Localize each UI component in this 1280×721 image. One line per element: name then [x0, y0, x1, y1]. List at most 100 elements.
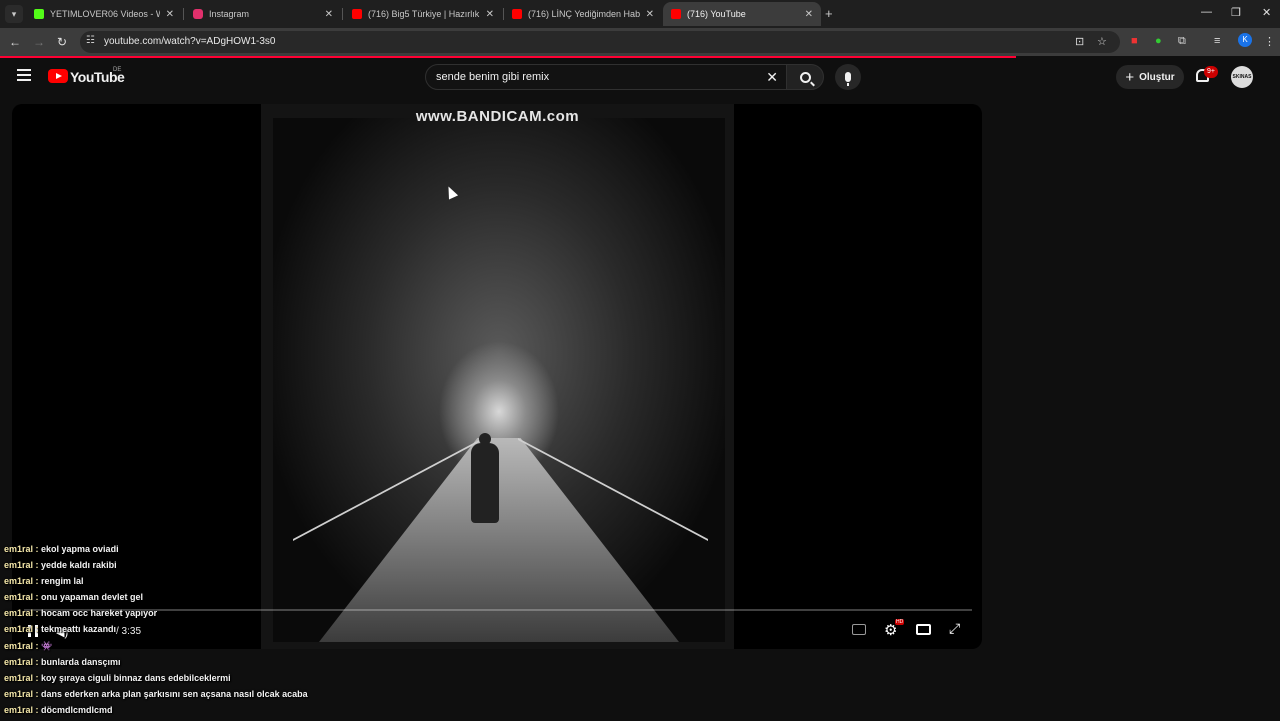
chat-text: döcmdlcmdlcmd — [41, 704, 113, 715]
chat-message: em1ral : dans ederken arka plan şarkısın… — [4, 689, 424, 705]
chat-message: em1ral : rengim lal — [4, 576, 424, 592]
account-avatar[interactable]: SKINAS — [1231, 66, 1253, 88]
tab-big5-youtube[interactable]: (716) Big5 Türkiye | Hazırlık Se ✕ — [344, 2, 502, 26]
chat-message: em1ral : yedde kaldı rakibi — [4, 560, 424, 576]
chat-username: em1ral : — [4, 704, 42, 715]
search-button[interactable] — [786, 64, 824, 90]
bookmark-star-icon[interactable]: ☆ — [1097, 35, 1107, 48]
youtube-header: YouTube DE sende benim gibi remix ✕ + Ol… — [0, 58, 1280, 100]
search-query[interactable]: sende benim gibi remix — [436, 71, 549, 83]
url-text[interactable]: youtube.com/watch?v=ADgHOW1-3s0 — [104, 36, 275, 47]
plus-icon: + — [1125, 68, 1135, 86]
subtitles-icon[interactable] — [852, 624, 866, 635]
minimize-button[interactable]: — — [1201, 6, 1212, 18]
chat-text: yedde kaldı rakibi — [41, 560, 117, 571]
back-button[interactable]: ← — [9, 35, 21, 49]
tab-search-button[interactable]: ▾ — [5, 5, 23, 23]
chat-message: em1ral : bunlarda dansçımı — [4, 657, 424, 673]
chat-username: em1ral : — [4, 656, 42, 667]
instagram-favicon-icon — [193, 9, 203, 19]
fullscreen-icon[interactable]: ⤢ — [949, 620, 960, 637]
tab-separator — [183, 8, 184, 20]
tab-kick[interactable]: YETIMLOVER06 Videos - Watch ✕ — [26, 2, 182, 26]
youtube-favicon-icon — [671, 9, 681, 19]
chat-username: em1ral : — [4, 560, 42, 571]
chat-text: hocam occ hareket yapıyor — [41, 608, 158, 619]
walking-man-figure — [471, 433, 499, 523]
tab-instagram[interactable]: Instagram ✕ — [185, 2, 341, 26]
youtube-favicon-icon — [512, 9, 522, 19]
reading-list-icon[interactable]: ≡ — [1214, 35, 1220, 47]
voice-search-button[interactable] — [835, 64, 861, 90]
chat-username: em1ral : — [4, 576, 42, 587]
chat-message: em1ral : tekmeattı kazandı — [4, 624, 424, 640]
clear-search-icon[interactable]: ✕ — [766, 69, 778, 86]
close-icon[interactable]: ✕ — [166, 9, 174, 20]
forward-button[interactable]: → — [33, 35, 45, 49]
tab-title: Instagram — [209, 9, 250, 19]
chat-text: ekol yapma oviadi — [41, 544, 119, 554]
search-input[interactable]: sende benim gibi remix ✕ — [425, 64, 787, 90]
youtube-logo-icon[interactable] — [48, 69, 68, 83]
chat-message: em1ral : hocam occ hareket yapıyor — [4, 608, 424, 624]
theater-mode-icon[interactable] — [916, 624, 931, 635]
chat-username: em1ral : — [4, 624, 42, 635]
hamburger-menu-icon[interactable] — [17, 69, 31, 81]
browser-tab-strip: ▾ YETIMLOVER06 Videos - Watch ✕ Instagra… — [0, 0, 1280, 28]
chat-username: em1ral : — [4, 608, 42, 619]
chat-text: dans ederken arka plan şarkısını sen açs… — [41, 688, 308, 699]
chat-text: rengim lal — [41, 576, 84, 587]
extension-green-icon[interactable]: ● — [1155, 35, 1162, 47]
create-label: Oluştur — [1139, 71, 1175, 83]
chat-username: em1ral : — [4, 672, 42, 683]
profile-avatar[interactable]: K — [1238, 33, 1252, 47]
chat-overlay: em1ral : ekol yapma oviadi em1ral : yedde… — [4, 544, 424, 721]
close-icon[interactable]: ✕ — [486, 9, 494, 20]
chat-text: onu yapaman devlet gel — [41, 592, 144, 603]
window-close-button[interactable]: ✕ — [1262, 6, 1271, 19]
tab-separator — [342, 8, 343, 20]
chevron-down-icon: ▾ — [11, 8, 17, 19]
chat-text: koy şıraya ciguli binnaz dans edebilcekl… — [41, 672, 231, 683]
hd-badge: HD — [895, 619, 905, 625]
chat-message: em1ral : 👾 — [4, 641, 424, 657]
chat-username: em1ral : — [4, 592, 42, 603]
tab-title: (716) Big5 Türkiye | Hazırlık Se — [368, 9, 480, 19]
tab-linc-youtube[interactable]: (716) LİNÇ Yediğimden Haberin ✕ — [504, 2, 662, 26]
notification-badge: 9+ — [1204, 66, 1218, 78]
bandicam-watermark: www.BANDICAM.com — [415, 108, 580, 125]
chat-username: em1ral : — [4, 544, 42, 554]
kick-favicon-icon — [34, 9, 44, 19]
extensions-puzzle-icon[interactable]: ⧉ — [1178, 35, 1186, 48]
search-icon — [799, 71, 811, 83]
close-icon[interactable]: ✕ — [805, 9, 813, 20]
chat-username: em1ral : — [4, 688, 42, 699]
tab-title: (716) YouTube — [687, 9, 746, 19]
chat-text: bunlarda dansçımı — [41, 656, 121, 667]
tab-title: (716) LİNÇ Yediğimden Haberin — [528, 9, 640, 19]
reload-button[interactable]: ↻ — [57, 35, 67, 49]
browser-toolbar: ← → ↻ ☷ youtube.com/watch?v=ADgHOW1-3s0 … — [0, 28, 1280, 56]
site-info-icon[interactable]: ☷ — [86, 35, 95, 46]
chat-message: em1ral : döcmdlcmdlcmd — [4, 705, 424, 721]
chat-username: em1ral : — [4, 640, 42, 651]
tab-youtube-active[interactable]: (716) YouTube ✕ — [663, 2, 821, 26]
microphone-icon — [845, 72, 851, 86]
chat-message: em1ral : koy şıraya ciguli binnaz dans e… — [4, 673, 424, 689]
browser-menu-icon[interactable]: ⋮ — [1264, 35, 1275, 48]
chat-text: 👾 — [41, 640, 53, 651]
chat-text: tekmeattı kazandı — [41, 624, 117, 635]
close-icon[interactable]: ✕ — [646, 9, 654, 20]
close-icon[interactable]: ✕ — [325, 9, 333, 20]
extension-red-icon[interactable]: ■ — [1131, 35, 1138, 47]
cast-icon[interactable]: ⊡ — [1075, 35, 1084, 48]
chat-message: em1ral : onu yapaman devlet gel — [4, 592, 424, 608]
address-bar[interactable]: ☷ youtube.com/watch?v=ADgHOW1-3s0 ⊡ ☆ — [80, 31, 1120, 53]
region-code: DE — [113, 67, 122, 73]
chat-message: em1ral : ekol yapma oviadi — [4, 544, 424, 560]
create-button[interactable]: + Oluştur — [1116, 65, 1184, 89]
tab-title: YETIMLOVER06 Videos - Watch — [50, 9, 160, 19]
restore-button[interactable]: ❐ — [1231, 6, 1241, 19]
youtube-favicon-icon — [352, 9, 362, 19]
new-tab-button[interactable]: + — [825, 6, 833, 21]
